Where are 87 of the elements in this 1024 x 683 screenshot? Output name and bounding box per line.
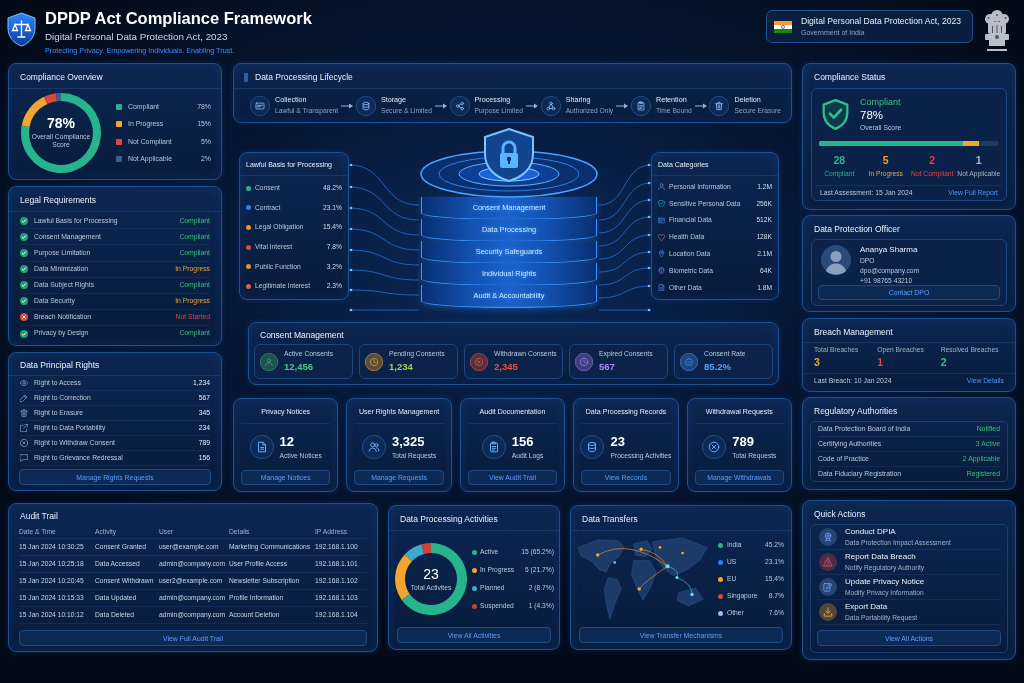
panel-title: Data Transfers	[571, 506, 791, 532]
x-circle-icon	[20, 439, 28, 448]
id-card-icon	[658, 216, 665, 224]
module-value: 23	[610, 433, 626, 450]
trash-icon	[20, 409, 28, 418]
pencil-icon	[20, 394, 28, 403]
stat-value: 1	[877, 356, 884, 369]
check-circle-icon	[20, 216, 28, 225]
database-icon	[355, 95, 376, 116]
x-circle-icon	[702, 434, 727, 459]
app-subtitle: Digital Personal Data Protection Act, 2023	[45, 31, 229, 43]
fingerprint-icon	[658, 267, 665, 275]
app-title: DPDP Act Compliance Framework	[45, 9, 312, 28]
panel-title: Legal Requirements	[9, 187, 221, 213]
x-circle-icon	[20, 313, 28, 322]
arrow-icon	[341, 102, 354, 109]
document-icon	[249, 434, 274, 459]
score-value: 78%	[860, 109, 885, 123]
status-label: Compliant	[860, 97, 902, 108]
panel-title: Compliance Overview	[9, 64, 221, 90]
check-circle-icon	[20, 248, 28, 257]
bar-icon	[244, 72, 248, 82]
module-value: 3,325	[392, 433, 426, 450]
stat-value: 3	[814, 356, 820, 369]
panel-title: Data Protection Officer	[813, 223, 901, 236]
count-value: 2	[929, 153, 936, 167]
stat-value: 12,456	[284, 361, 315, 373]
shield-check-icon	[822, 99, 849, 131]
panel-title: Consent Management	[259, 329, 345, 342]
avatar-icon	[821, 245, 851, 276]
module-value: 156	[511, 433, 535, 450]
arrow-icon	[525, 102, 538, 109]
module-value: 789	[732, 433, 755, 450]
stat-value: 1,234	[389, 361, 414, 373]
panel-title: Regulatory Authorities	[813, 405, 899, 418]
clock-icon	[575, 352, 593, 371]
clock-icon	[365, 352, 383, 371]
clipboard-icon	[481, 434, 506, 459]
badge-check-icon	[680, 352, 698, 371]
person-icon	[658, 183, 665, 191]
stat-value: 2	[940, 356, 947, 369]
count-value: 5	[882, 153, 889, 167]
users-icon	[362, 434, 386, 459]
shield-scales-icon	[7, 12, 36, 47]
check-circle-icon	[20, 265, 28, 274]
share-icon	[449, 95, 470, 116]
document-icon	[658, 284, 665, 292]
id-card-icon	[250, 95, 270, 116]
module-value: 12	[279, 433, 295, 450]
stat-value: 2,345	[494, 361, 519, 373]
panel-title: Data Processing Lifecycle	[255, 72, 353, 83]
check-circle-icon	[20, 297, 28, 306]
database-icon	[580, 434, 605, 459]
flag-icon	[773, 20, 792, 33]
stat-value: 85.2%	[704, 361, 732, 373]
heart-icon	[658, 233, 665, 241]
arrow-icon	[616, 102, 629, 109]
check-circle-icon	[20, 329, 28, 338]
arrow-icon	[694, 102, 707, 109]
panel-title: Breach Management	[803, 319, 1015, 344]
eye-icon	[20, 379, 28, 388]
panel-title: Compliance Status	[813, 71, 887, 84]
count-value: 28	[833, 153, 846, 167]
x-circle-icon	[470, 352, 488, 371]
clipboard-icon	[630, 95, 651, 116]
trash-icon	[709, 95, 730, 116]
check-circle-icon	[20, 281, 28, 290]
panel-title: Quick Actions	[813, 508, 867, 521]
stat-value: 567	[599, 361, 616, 373]
network-icon	[540, 95, 561, 116]
chat-icon	[20, 454, 28, 463]
badge-title: Digital Personal Data Protection Act, 2023	[800, 15, 961, 26]
panel-title: Audit Trail	[19, 510, 59, 523]
score-value: 78%	[47, 115, 75, 132]
export-icon	[20, 424, 28, 433]
count-value: 1	[975, 153, 982, 167]
shield-lock-icon	[483, 128, 535, 182]
emblem-icon	[982, 9, 1012, 53]
panel-title: Data Principal Rights	[9, 353, 221, 377]
person-icon	[260, 352, 278, 371]
panel-title: Data Processing Activities	[389, 506, 559, 532]
location-pin-icon	[658, 250, 665, 258]
shield-check-icon	[658, 200, 665, 208]
check-circle-icon	[20, 232, 28, 241]
dpo-name: Ananya Sharma	[860, 245, 919, 255]
arrow-icon	[434, 102, 447, 109]
total-value: 23	[423, 566, 439, 583]
